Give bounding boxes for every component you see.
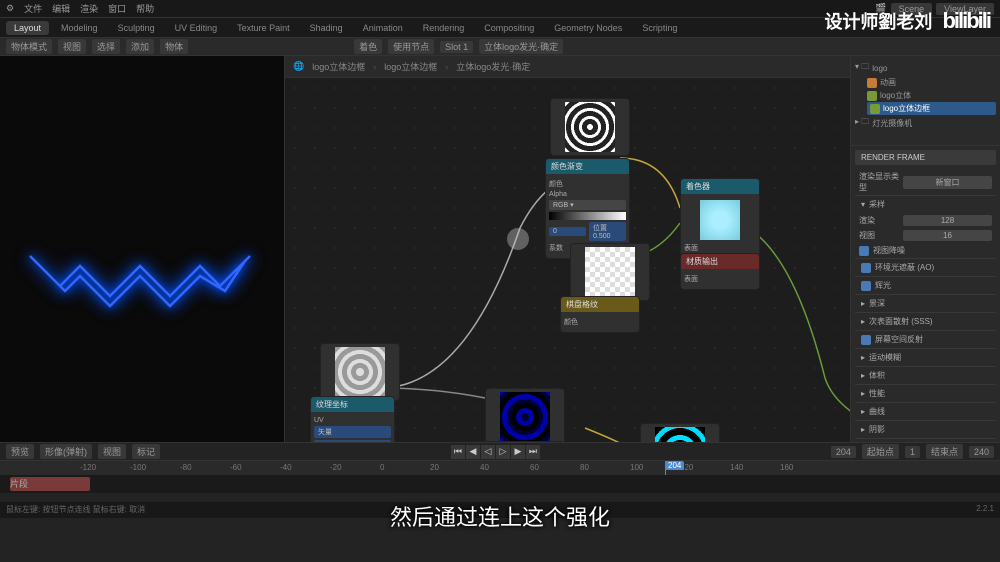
editor-toolbar: 物体模式 视图 选择 添加 物体 着色 使用节点 Slot 1 立体logo发光… <box>0 38 1000 56</box>
section-hair[interactable]: ▸ 曲线 <box>855 402 996 420</box>
tab-compositing[interactable]: Compositing <box>476 21 542 35</box>
node-texcoord[interactable]: 纹理坐标 UV 矢量 缩放 1.000 细节 2.000 粗糙 0.500 <box>310 396 395 442</box>
outliner-mesh: logo立体 <box>855 89 996 102</box>
watermark: 设计师劉老刘 bilibili <box>824 8 990 34</box>
timeline-clip[interactable]: 片段 <box>10 477 90 491</box>
object-menu[interactable]: 物体 <box>160 39 188 54</box>
section-sss[interactable]: ▸ 次表面散射 (SSS) <box>855 312 996 330</box>
add-menu[interactable]: 添加 <box>126 39 154 54</box>
section-dof[interactable]: ▸ 景深 <box>855 294 996 312</box>
version-text: 2.2.1 <box>976 504 994 516</box>
tl-view[interactable]: 视图 <box>98 444 126 459</box>
node-checker-texture[interactable]: 棋盘格纹 颜色 <box>560 296 640 333</box>
menu-file[interactable]: 文件 <box>24 2 42 15</box>
preview-samples[interactable]: 16 <box>903 230 992 241</box>
breadcrumb-item[interactable]: logo立体边框 <box>384 60 437 73</box>
breadcrumb-item[interactable]: 立体logo发光·确定 <box>456 60 530 73</box>
tl-mode[interactable]: 预览 <box>6 444 34 459</box>
menu-window[interactable]: 窗口 <box>108 2 126 15</box>
sampling-section[interactable]: ▾ 采样 <box>855 195 996 213</box>
timeline: 预览 形像(弹射) 视图 标记 ⏮ ◀ ◁ ▷ ▶ ⏭ 204 起始点 1 结束… <box>0 442 1000 502</box>
slot-selector[interactable]: Slot 1 <box>440 41 473 53</box>
right-panel: ▾ 🗀logo 动画 logo立体 logo立体边框 ▸ 🗀灯光摄像机 REND… <box>850 56 1000 442</box>
section-ssr[interactable]: 屏幕空间反射 <box>855 330 996 348</box>
section-performance[interactable]: ▸ 性能 <box>855 384 996 402</box>
section-bloom[interactable]: 辉光 <box>855 276 996 294</box>
tl-marker[interactable]: 标记 <box>132 444 160 459</box>
tab-rendering[interactable]: Rendering <box>415 21 473 35</box>
outliner[interactable]: ▾ 🗀logo 动画 logo立体 logo立体边框 ▸ 🗀灯光摄像机 <box>851 56 1000 146</box>
adaptive-check[interactable] <box>859 246 869 256</box>
cursor-indicator <box>507 228 529 250</box>
viewport-3d[interactable] <box>0 56 285 442</box>
breadcrumb: 🌐 logo立体边框 › logo立体边框 › 立体logo发光·确定 <box>293 60 530 73</box>
use-nodes-toggle[interactable]: 使用节点 <box>388 39 434 54</box>
timeline-track[interactable]: 片段 <box>0 475 1000 493</box>
tab-shading[interactable]: Shading <box>302 21 351 35</box>
node-noise-preview-2[interactable] <box>320 343 400 401</box>
jump-end[interactable]: ⏭ <box>526 445 540 459</box>
properties-panel: RENDER FRAME 渲染显示类型新窗口 ▾ 采样 渲染128 视图16 视… <box>851 146 1000 442</box>
render-samples[interactable]: 128 <box>903 215 992 226</box>
section-motionblur[interactable]: ▸ 运动模糊 <box>855 348 996 366</box>
play[interactable]: ▷ <box>496 445 510 459</box>
tab-texpaint[interactable]: Texture Paint <box>229 21 298 35</box>
breadcrumb-item[interactable]: logo立体边框 <box>312 60 365 73</box>
outliner-collection: ▸ 🗀灯光摄像机 <box>855 115 996 131</box>
tab-layout[interactable]: Layout <box>6 21 49 35</box>
section-volumetrics[interactable]: ▸ 体积 <box>855 366 996 384</box>
prev-key[interactable]: ◀ <box>466 445 480 459</box>
jump-start[interactable]: ⏮ <box>451 445 465 459</box>
frame-end[interactable]: 240 <box>969 446 994 458</box>
shade-menu[interactable]: 着色 <box>354 39 382 54</box>
section-ao[interactable]: 环境光遮蔽 (AO) <box>855 258 996 276</box>
render-frame-header: RENDER FRAME <box>855 150 996 165</box>
node-checker-preview[interactable] <box>570 243 650 301</box>
section-indirect[interactable]: ▸ 间接光照明 <box>855 438 996 442</box>
menu-help[interactable]: 帮助 <box>136 2 154 15</box>
node-noise-preview-4[interactable] <box>640 423 720 442</box>
tab-modeling[interactable]: Modeling <box>53 21 106 35</box>
view-menu[interactable]: 视图 <box>58 39 86 54</box>
video-subtitle: 然后通过连上这个强化 <box>390 500 610 532</box>
play-rev[interactable]: ◁ <box>481 445 495 459</box>
shader-node-editor[interactable]: 🌐 logo立体边框 › logo立体边框 › 立体logo发光·确定 <box>285 56 850 442</box>
current-frame[interactable]: 204 <box>831 446 856 458</box>
blender-icon[interactable]: ⚙ <box>6 3 14 14</box>
frame-end-lbl: 结束点 <box>926 444 963 459</box>
outliner-mesh-selected: logo立体边框 <box>867 102 996 115</box>
node-material-output[interactable]: 材质输出 表面 <box>680 253 760 290</box>
node-color-ramp-2[interactable]: 颜色渐变 颜色 Alpha <box>475 441 565 442</box>
section-shadows[interactable]: ▸ 阴影 <box>855 420 996 438</box>
outliner-collection: ▾ 🗀logo <box>855 60 996 76</box>
tab-sculpting[interactable]: Sculpting <box>110 21 163 35</box>
node-mix-shader[interactable]: 着色器 表面 <box>680 178 760 259</box>
tab-animation[interactable]: Animation <box>355 21 411 35</box>
timeline-ruler[interactable]: -120 -100 -80 -60 -40 -20 0 20 40 60 80 … <box>0 461 1000 475</box>
tl-sync[interactable]: 形像(弹射) <box>40 444 92 459</box>
display-mode-select[interactable]: 新窗口 <box>903 176 992 189</box>
frame-start-lbl: 起始点 <box>862 444 899 459</box>
world-icon: 🌐 <box>293 61 304 72</box>
playback-controls: ⏮ ◀ ◁ ▷ ▶ ⏭ <box>451 445 540 459</box>
frame-start[interactable]: 1 <box>905 446 920 458</box>
material-selector[interactable]: 立体logo发光·确定 <box>479 39 563 54</box>
node-noise-texture-1[interactable] <box>550 98 630 156</box>
color-ramp-gradient[interactable] <box>549 212 626 220</box>
tab-uv[interactable]: UV Editing <box>167 21 226 35</box>
tab-scripting[interactable]: Scripting <box>634 21 685 35</box>
select-menu[interactable]: 选择 <box>92 39 120 54</box>
menu-edit[interactable]: 编辑 <box>52 2 70 15</box>
hint-text: 鼠标左键: 按钮节点连线 鼠标右键: 取消 <box>6 504 145 516</box>
outliner-collection: 动画 <box>855 76 996 89</box>
tab-geonodes[interactable]: Geometry Nodes <box>546 21 630 35</box>
node-noise-preview-3[interactable] <box>485 388 565 442</box>
rendered-logo <box>20 236 260 336</box>
menu-render[interactable]: 渲染 <box>80 2 98 15</box>
mode-selector[interactable]: 物体模式 <box>6 39 52 54</box>
next-key[interactable]: ▶ <box>511 445 525 459</box>
